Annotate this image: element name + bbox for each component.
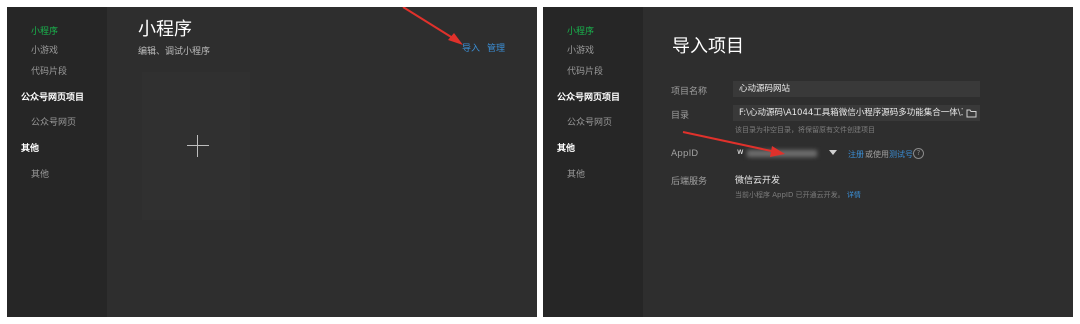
details-link[interactable]: 详情 <box>847 191 861 199</box>
sidebar-item-code-snippet[interactable]: 代码片段 <box>31 64 67 77</box>
folder-icon <box>966 109 977 118</box>
page-subtitle: 编辑、调试小程序 <box>138 47 211 57</box>
sidebar-item-miniprogram[interactable]: 小程序 <box>31 24 58 37</box>
left-screenshot: 小程序 小游戏 代码片段 公众号网页项目 公众号网页 其他 其他 小程序 编辑、… <box>7 7 537 317</box>
sidebar-group-web: 公众号网页项目 <box>557 93 621 103</box>
sidebar-item-official-web[interactable]: 公众号网页 <box>31 115 76 128</box>
sidebar-item-minigame[interactable]: 小游戏 <box>567 43 594 56</box>
manage-link[interactable]: 管理 <box>487 41 505 54</box>
sidebar-item-official-web[interactable]: 公众号网页 <box>567 115 612 128</box>
sidebar-group-other: 其他 <box>21 144 40 154</box>
appid-prefix: w <box>737 147 744 156</box>
test-account-link[interactable]: 测试号 <box>889 149 913 160</box>
help-icon[interactable]: ? <box>913 148 924 159</box>
backend-value: 微信云开发 <box>735 176 781 186</box>
import-link[interactable]: 导入 <box>462 41 480 54</box>
sidebar-item-minigame[interactable]: 小游戏 <box>31 43 58 56</box>
project-name-input[interactable]: 心动源码网站 <box>733 81 980 97</box>
sidebar: 小程序 小游戏 代码片段 公众号网页项目 公众号网页 其他 其他 <box>543 7 643 317</box>
page-title: 小程序 <box>138 19 192 40</box>
directory-hint: 该目录为非空目录，将保留原有文件创建项目 <box>735 126 875 134</box>
appid-redacted <box>747 150 817 157</box>
project-name-label: 项目名称 <box>671 87 708 97</box>
page-title: 导入项目 <box>672 36 744 57</box>
directory-label: 目录 <box>671 111 690 121</box>
sidebar-item-miniprogram[interactable]: 小程序 <box>567 24 594 37</box>
chevron-down-icon <box>829 150 837 155</box>
or-use-text: 或使用 <box>865 150 889 159</box>
sidebar-item-other[interactable]: 其他 <box>567 167 585 180</box>
directory-input[interactable]: F:\心动源码\A1044工具箱微信小程序源码多功能集合一体\工具 <box>733 105 963 121</box>
register-link[interactable]: 注册 <box>848 149 864 160</box>
plus-icon-vertical <box>197 135 198 157</box>
sidebar-group-web: 公众号网页项目 <box>21 93 85 103</box>
sidebar-item-other[interactable]: 其他 <box>31 167 49 180</box>
right-screenshot: 小程序 小游戏 代码片段 公众号网页项目 公众号网页 其他 其他 导入项目 项目… <box>543 7 1073 317</box>
backend-hint-text: 当前小程序 AppID 已开通云开发。 <box>735 191 845 199</box>
add-project-card[interactable] <box>142 72 250 220</box>
sidebar-group-other: 其他 <box>557 144 576 154</box>
plus-icon <box>187 145 209 146</box>
sidebar-item-code-snippet[interactable]: 代码片段 <box>567 64 603 77</box>
backend-hint: 当前小程序 AppID 已开通云开发。 详情 <box>735 190 861 200</box>
sidebar: 小程序 小游戏 代码片段 公众号网页项目 公众号网页 其他 其他 <box>7 7 107 317</box>
backend-label: 后端服务 <box>671 177 708 187</box>
appid-label: AppID <box>671 149 699 159</box>
folder-button[interactable] <box>963 105 980 121</box>
appid-select[interactable]: w <box>733 145 841 161</box>
